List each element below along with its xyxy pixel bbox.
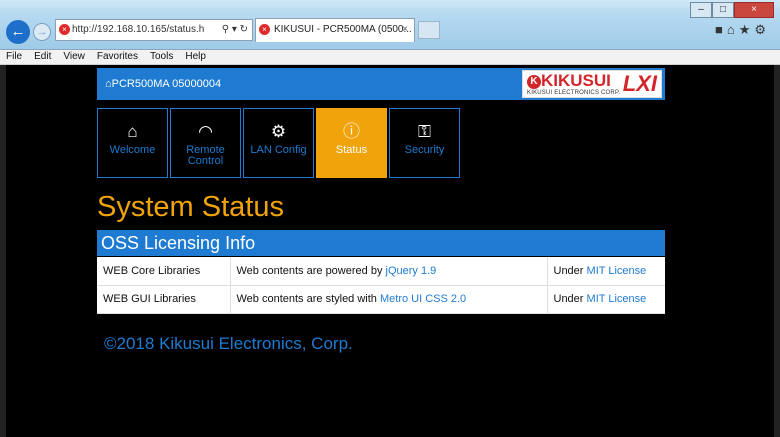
- license-cell: Under MIT License: [546, 257, 665, 286]
- logo-subtitle: KIKUSUI ELECTRONICS CORP.: [527, 90, 621, 96]
- home-icon: ⌂: [127, 122, 138, 141]
- copyright-footer: ©2018 Kikusui Electronics, Corp.: [104, 334, 353, 353]
- menu-bar: File Edit View Favorites Tools Help: [0, 50, 780, 65]
- security-error-icon: ×: [59, 24, 70, 35]
- kikusui-logo: K KIKUSUI KIKUSUI ELECTRONICS CORP. LXI: [522, 70, 662, 98]
- gear-icon: ⚙: [270, 122, 287, 141]
- back-button[interactable]: ←: [6, 20, 30, 44]
- device-name: ⌂PCR500MA 05000004: [105, 78, 222, 90]
- tab-status[interactable]: ⓘ Status: [316, 108, 387, 178]
- site-favicon-icon: ×: [259, 24, 270, 35]
- key-icon: ⚿: [418, 122, 431, 141]
- license-table: WEB Core Libraries Web contents are powe…: [97, 257, 665, 314]
- library-description: Web contents are styled with Metro UI CS…: [229, 285, 547, 314]
- browser-tab[interactable]: × KIKUSUI - PCR500MA (0500... ×: [255, 18, 415, 42]
- address-bar[interactable]: × http://192.168.10.165/status.h ⚲ ▾ ↻: [55, 19, 253, 41]
- tab-label: Welcome: [109, 144, 156, 156]
- scrollbar[interactable]: [774, 65, 780, 437]
- tab-label: Status: [335, 144, 368, 156]
- browser-chrome: ← → × http://192.168.10.165/status.h ⚲ ▾…: [0, 0, 780, 50]
- jquery-link[interactable]: jQuery 1.9: [386, 265, 437, 277]
- maximize-button[interactable]: □: [712, 2, 734, 18]
- license-cell: Under MIT License: [546, 285, 665, 314]
- minimize-button[interactable]: –: [690, 2, 712, 18]
- tab-title: KIKUSUI - PCR500MA (0500...: [274, 24, 412, 35]
- table-row: WEB GUI Libraries Web contents are style…: [97, 285, 665, 314]
- license-prefix: Under: [553, 264, 587, 277]
- menu-favorites[interactable]: Favorites: [97, 51, 138, 62]
- menu-view[interactable]: View: [63, 51, 85, 62]
- gauge-icon: ◠: [198, 122, 213, 141]
- left-edge: [0, 65, 6, 437]
- search-refresh-icon[interactable]: ⚲ ▾ ↻: [222, 20, 248, 40]
- metro-ui-link[interactable]: Metro UI CSS 2.0: [380, 293, 466, 305]
- lxi-logo: LXI: [622, 71, 657, 96]
- info-icon: ⓘ: [343, 122, 360, 141]
- library-name: WEB GUI Libraries: [97, 285, 230, 314]
- library-name: WEB Core Libraries: [97, 257, 230, 286]
- close-window-button[interactable]: ×: [734, 2, 774, 18]
- tab-lan-config[interactable]: ⚙ LAN Config: [243, 108, 314, 178]
- forward-button[interactable]: →: [33, 23, 51, 41]
- logo-brand-text: KIKUSUI: [541, 71, 611, 90]
- new-tab-button[interactable]: [418, 21, 440, 39]
- logo-mark-icon: K: [527, 75, 541, 89]
- device-header: ⌂PCR500MA 05000004 K KIKUSUI KIKUSUI ELEC…: [97, 68, 665, 100]
- menu-help[interactable]: Help: [185, 51, 206, 62]
- description-text: Web contents are powered by: [236, 264, 386, 277]
- toolbar-icons[interactable]: ■⌂★⚙: [715, 22, 770, 38]
- page-title: System Status: [97, 191, 284, 223]
- logo-brand: K KIKUSUI: [527, 72, 611, 90]
- tab-remote-control[interactable]: ◠ Remote Control: [170, 108, 241, 178]
- close-tab-icon[interactable]: ×: [402, 19, 408, 41]
- tab-label: Remote Control: [186, 144, 225, 167]
- mit-license-link[interactable]: MIT License: [587, 293, 647, 305]
- tab-label: LAN Config: [250, 144, 307, 156]
- menu-tools[interactable]: Tools: [150, 51, 173, 62]
- tab-security[interactable]: ⚿ Security: [389, 108, 460, 178]
- window-controls: – □ ×: [690, 2, 774, 18]
- title-bar: [0, 0, 780, 14]
- menu-file[interactable]: File: [6, 51, 22, 62]
- description-text: Web contents are styled with: [236, 293, 380, 305]
- section-header: OSS Licensing Info: [97, 230, 665, 256]
- mit-license-link[interactable]: MIT License: [587, 265, 647, 277]
- library-description: Web contents are powered by jQuery 1.9: [229, 257, 547, 286]
- device-label: PCR500MA 05000004: [111, 78, 222, 90]
- table-row: WEB Core Libraries Web contents are powe…: [97, 257, 665, 286]
- tab-label: Security: [404, 144, 445, 156]
- nav-tiles: ⌂ Welcome ◠ Remote Control ⚙ LAN Config …: [97, 108, 460, 178]
- tab-welcome[interactable]: ⌂ Welcome: [97, 108, 168, 178]
- address-text: http://192.168.10.165/status.h: [72, 24, 205, 35]
- menu-edit[interactable]: Edit: [34, 51, 51, 62]
- license-prefix: Under: [553, 293, 587, 305]
